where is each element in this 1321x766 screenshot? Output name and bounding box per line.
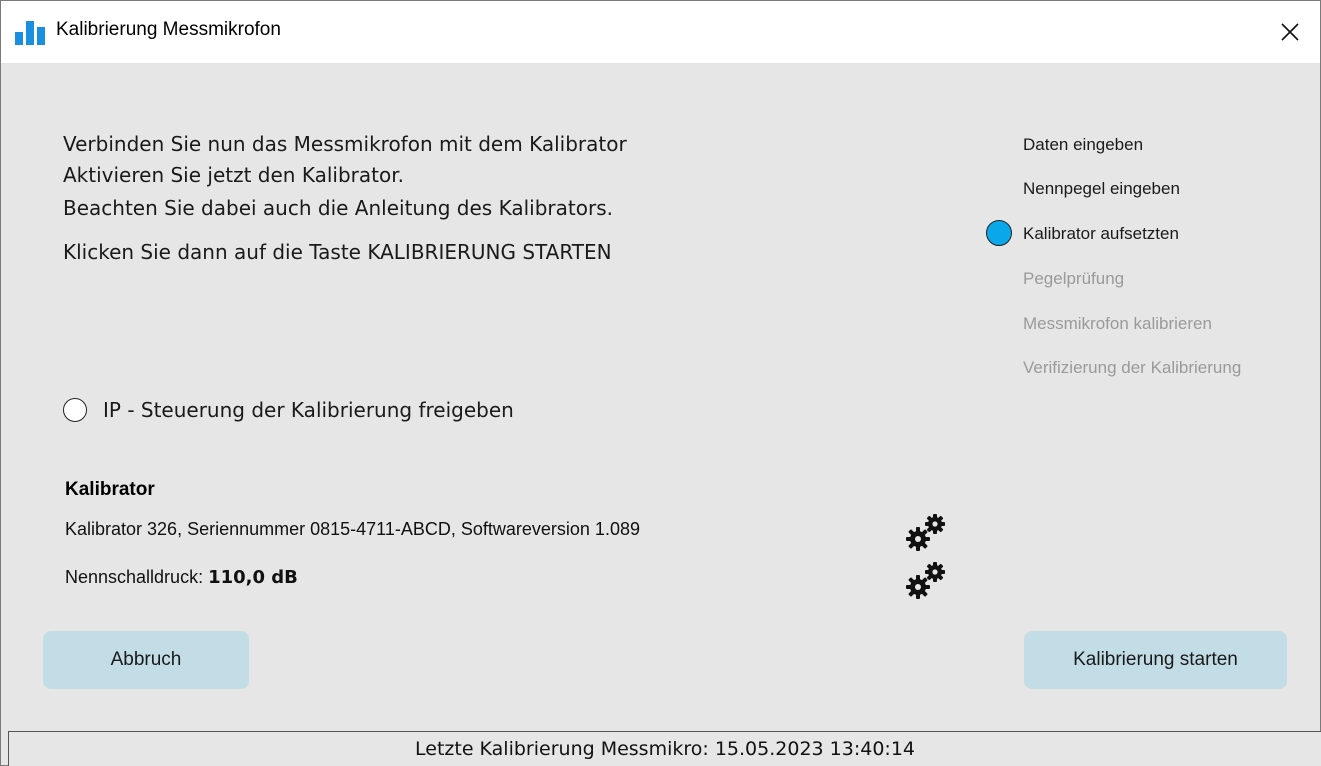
gears-icon [906,514,945,551]
calibrator-details: Kalibrator 326, Seriennummer 0815-4711-A… [65,519,640,539]
calibrator-settings-button[interactable] [903,513,951,553]
cancel-button[interactable]: Abbruch [43,631,249,689]
radio-button[interactable] [63,398,87,422]
close-button[interactable] [1260,1,1320,63]
instruction-line-4: Klicken Sie dann auf die Taste KALIBRIER… [63,240,612,264]
step-item: Verifizierung der Kalibrierung [1023,358,1242,377]
bar-chart-icon [15,21,47,45]
step-item: Pegelprüfung [1023,269,1125,288]
current-step-indicator [986,220,1012,246]
last-calibration-status: Letzte Kalibrierung Messmikro: 15.05.202… [415,738,915,760]
nominal-pressure-value: 110,0 dB [208,567,298,588]
status-bar: Letzte Kalibrierung Messmikro: 15.05.202… [8,731,1321,766]
instruction-line-1: Verbinden Sie nun das Messmikrofon mit d… [63,132,627,156]
nominal-pressure-row: Nennschalldruck: 110,0 dB [65,567,298,588]
start-calibration-button[interactable]: Kalibrierung starten [1024,631,1287,689]
instruction-line-3: Beachten Sie dabei auch die Anleitung de… [63,196,613,220]
ip-control-radio[interactable]: IP - Steuerung der Kalibrierung freigebe… [63,398,514,422]
step-item: Messmikrofon kalibrieren [1023,314,1212,333]
ip-control-label: IP - Steuerung der Kalibrierung freigebe… [103,398,514,422]
gears-icon [906,562,945,599]
close-icon [1281,23,1299,41]
title-bar: Kalibrierung Messmikrofon [1,1,1320,63]
calibration-window: Kalibrierung Messmikrofon Verbinden Sie … [0,0,1321,766]
window-title: Kalibrierung Messmikrofon [56,19,281,40]
step-item: Daten eingeben [1023,135,1144,154]
nominal-pressure-label: Nennschalldruck: [65,567,204,587]
step-item: Nennpegel eingeben [1023,179,1180,198]
step-item-current: Kalibrator aufsetzten [1023,224,1179,243]
instruction-line-2: Aktivieren Sie jetzt den Kalibrator. [63,163,404,187]
calibrator-heading: Kalibrator [65,479,155,500]
pressure-settings-button[interactable] [903,561,951,601]
